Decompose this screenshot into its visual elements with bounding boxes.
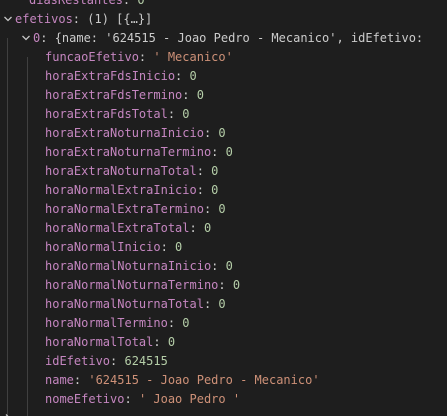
tree-row-property[interactable]: horaExtraFdsInicio: 0 [0,67,447,86]
array-preview: (1) [{…}] [87,12,153,26]
tree-row-property[interactable]: horaNormalExtraTermino: 0 [0,200,447,219]
property-value: 0 [211,183,219,197]
tree-row-property[interactable]: idEfetivo: 624515 [0,352,447,371]
tree-row-diasRestantes[interactable]: diasRestantes: 0 [0,0,447,10]
chevron-right-icon[interactable] [3,413,13,416]
tree-row-item-0[interactable]: 0: {name: '624515 - Joao Pedro - Mecanic… [0,29,447,48]
property-key: idEfetivo [45,354,111,368]
property-value: 0 [203,221,212,235]
property-value: 0 [196,88,204,102]
tree-row-property[interactable]: nomeEfetivo: ' Joao Pedro ' [0,390,447,409]
chevron-down-icon[interactable] [3,14,13,24]
tree-row-property[interactable]: funcaoEfetivo: ' Mecanico' [0,48,447,67]
tree-row-partial[interactable] [0,409,447,416]
property-key: funcaoEfetivo [45,50,139,64]
property-key: horaExtraFdsTermino [45,88,183,102]
property-key: horaNormalNoturnaTermino [45,278,219,292]
property-value: 0 [167,335,176,349]
property-value: ' Joao Pedro ' [138,392,241,406]
property-value: 0 [211,164,219,178]
property-value: 0 [182,316,190,330]
tree-row-property[interactable]: horaNormalNoturnaInicio: 0 [0,257,447,276]
property-key: horaNormalInicio [45,240,161,254]
property-value: 0 [225,259,233,273]
tree-row-property[interactable]: horaExtraFdsTotal: 0 [0,105,447,124]
object-preview: {name: '624515 - Joao Pedro - Mecanico',… [54,31,424,45]
property-value: 0 [232,278,241,292]
property-key: horaNormalTotal [45,335,154,349]
property-key: horaNormalNoturnaInicio [45,259,212,273]
property-value: ' Mecanico' [153,50,233,64]
tree-row-property[interactable]: horaNormalExtraTotal: 0 [0,219,447,238]
property-key: horaNormalExtraTotal [45,221,190,235]
property-value: 0 [189,69,197,83]
property-key: horaExtraFdsInicio [45,69,176,83]
tree-row-property[interactable]: horaNormalNoturnaTermino: 0 [0,276,447,295]
tree-row-efetivos[interactable]: efetivos: (1) [{…}] [0,10,447,29]
property-value: 0 [175,240,183,254]
tree-row-property[interactable]: name: '624515 - Joao Pedro - Mecanico' [0,371,447,390]
tree-row-property[interactable]: horaNormalInicio: 0 [0,238,447,257]
debug-variables-panel: diasRestantes: 0 efetivos: (1) [{…}] 0: … [0,0,447,416]
property-key: diasRestantes [29,0,123,7]
property-value: '624515 - Joao Pedro - Mecanico' [88,373,320,387]
property-value: 0 [137,0,145,7]
property-key: horaExtraNoturnaTermino [45,145,212,159]
property-value: 0 [218,126,226,140]
property-key: horaNormalTermino [45,316,168,330]
tree-row-property[interactable]: horaExtraNoturnaTermino: 0 [0,143,447,162]
property-key: name [45,373,74,387]
property-key: horaNormalNoturnaTotal [45,297,204,311]
tree-row-property[interactable]: horaNormalExtraInicio: 0 [0,181,447,200]
property-value: 624515 [124,354,168,368]
property-key: nomeEfetivo [45,392,125,406]
property-key: horaExtraFdsTotal [45,107,168,121]
property-key: horaNormalExtraInicio [45,183,197,197]
tree-row-property[interactable]: horaNormalTermino: 0 [0,314,447,333]
property-key: horaExtraNoturnaTotal [45,164,197,178]
property-value: 0 [225,145,233,159]
property-value: 0 [218,297,226,311]
chevron-down-icon[interactable] [21,33,31,43]
property-key: horaExtraNoturnaInicio [45,126,204,140]
tree-row-property[interactable]: horaExtraNoturnaInicio: 0 [0,124,447,143]
tree-row-property[interactable]: horaNormalTotal: 0 [0,333,447,352]
property-key: horaNormalExtraTermino [45,202,204,216]
property-value: 0 [218,202,226,216]
tree-row-property[interactable]: horaExtraFdsTermino: 0 [0,86,447,105]
property-value: 0 [182,107,190,121]
property-key: efetivos [15,12,73,26]
tree-row-property[interactable]: horaExtraNoturnaTotal: 0 [0,162,447,181]
tree-row-property[interactable]: horaNormalNoturnaTotal: 0 [0,295,447,314]
